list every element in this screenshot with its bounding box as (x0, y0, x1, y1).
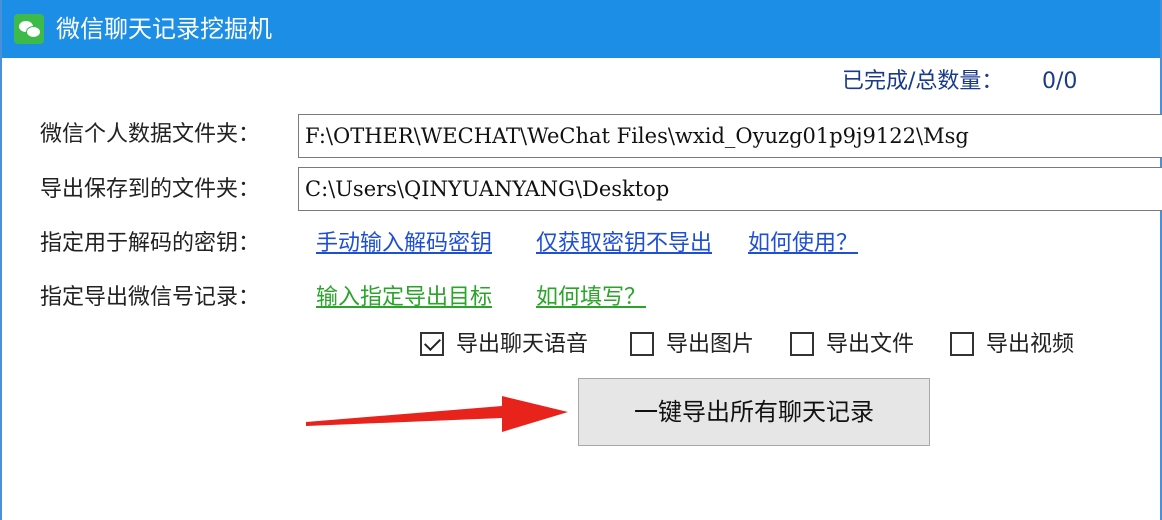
app-window: 微信聊天记录挖掘机 已完成/总数量： 0/0 微信个人数据文件夹： F:\OTH… (0, 0, 1162, 520)
checkbox-label: 导出图片 (666, 332, 755, 357)
check-mark-icon (424, 334, 441, 351)
data-folder-input[interactable]: F:\OTHER\WECHAT\WeChat Files\wxid_Oyuzg0… (298, 114, 1162, 158)
save-folder-label: 导出保存到的文件夹： (40, 177, 261, 202)
export-all-button[interactable]: 一键导出所有聊天记录 (578, 378, 930, 446)
checkbox-label: 导出聊天语音 (456, 332, 589, 357)
data-folder-label: 微信个人数据文件夹： (40, 122, 261, 147)
progress-label: 已完成/总数量： (842, 69, 1004, 94)
checkbox-box[interactable] (420, 332, 444, 356)
decode-key-label: 指定用于解码的密钥： (40, 231, 261, 256)
checkbox-box[interactable] (630, 332, 654, 356)
red-arrow-icon (306, 396, 568, 432)
title-bar: 微信聊天记录挖掘机 (2, 0, 1160, 58)
progress-count: 0/0 (1042, 69, 1078, 94)
checkbox-label: 导出视频 (986, 332, 1075, 357)
window-title: 微信聊天记录挖掘机 (56, 15, 272, 43)
checkbox-box[interactable] (790, 332, 814, 356)
input-target-link[interactable]: 输入指定导出目标 (316, 283, 492, 313)
checkbox-box[interactable] (950, 332, 974, 356)
save-folder-input[interactable]: C:\Users\QINYUANYANG\Desktop (298, 167, 1162, 211)
target-account-label: 指定导出微信号记录： (40, 285, 261, 310)
checkbox-label: 导出文件 (826, 332, 915, 357)
fetch-key-only-link[interactable]: 仅获取密钥不导出 (536, 229, 712, 259)
wechat-icon (14, 14, 44, 44)
how-to-fill-link[interactable]: 如何填写？ (536, 283, 646, 313)
how-to-use-link[interactable]: 如何使用？ (748, 229, 858, 259)
manual-key-link[interactable]: 手动输入解码密钥 (316, 229, 492, 259)
